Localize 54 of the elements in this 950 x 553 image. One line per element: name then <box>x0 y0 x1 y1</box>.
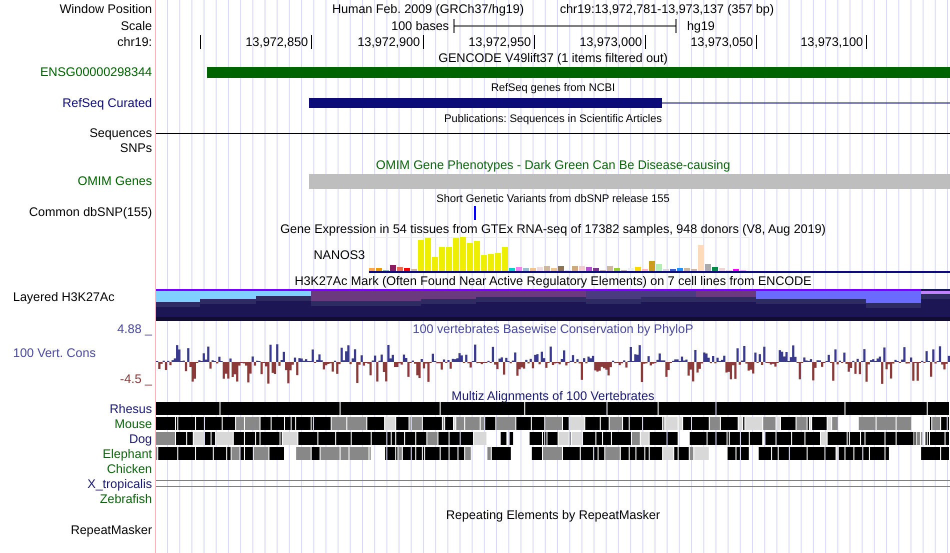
scale-length: 100 bases <box>391 19 449 33</box>
ruler-tick-label: 13,973,000 <box>579 34 642 50</box>
track-label[interactable]: Layered H3K27Ac <box>0 290 114 305</box>
track-title: RefSeq genes from NCBI <box>490 82 616 94</box>
track-label[interactable]: SNPs <box>120 141 152 156</box>
expression-bars-drawing[interactable] <box>369 237 950 273</box>
snp-tick[interactable] <box>474 206 476 220</box>
ruler-tick <box>200 35 201 49</box>
track-label[interactable]: RepeatMasker <box>70 523 152 538</box>
ruler-tick <box>534 35 535 49</box>
axis-max-label: 4.88 _ <box>117 322 152 336</box>
position-label: Window Position <box>60 2 152 16</box>
track-title: Short Genetic Variants from dbSNP release 155 <box>436 193 670 205</box>
track-label[interactable]: OMIM Genes <box>78 174 152 189</box>
species-label[interactable]: Rhesus <box>110 402 152 417</box>
assembly-title: Human Feb. 2009 (GRCh37/hg19) <box>332 1 524 18</box>
ruler-label: chr19: <box>117 34 152 50</box>
species-label[interactable]: Mouse <box>114 417 152 432</box>
ruler-tick <box>866 35 867 49</box>
track-title: H3K27Ac Mark (Often Found Near Active Regulatory Elements) on 7 cell lines from ENCODE <box>294 274 812 288</box>
ruler-tick <box>311 35 312 49</box>
ruler-tick-label: 13,972,850 <box>245 34 308 50</box>
axis-min-label: -4.5 _ <box>120 372 152 386</box>
species-label[interactable]: Dog <box>129 432 152 447</box>
gene-bar[interactable] <box>207 67 950 78</box>
scale-assembly: hg19 <box>686 19 715 33</box>
position-range: chr19:13,972,781-13,973,137 (357 bp) <box>560 1 774 18</box>
ruler-tick-label: 13,973,100 <box>800 34 863 50</box>
ruler-tick-label: 13,972,900 <box>357 34 420 50</box>
omim-bar[interactable] <box>309 174 950 189</box>
ruler-tick <box>423 35 424 49</box>
ruler-tick <box>756 35 757 49</box>
track-title: Publications: Sequences in Scientific Articles <box>444 113 662 125</box>
track-title: Gene Expression in 54 tissues from GTEx RNA-seq of 17382 samples, 948 donors (V8, Aug 2019) <box>280 222 826 236</box>
track-label[interactable]: 100 Vert. Cons <box>0 346 96 360</box>
track-label[interactable]: RefSeq Curated <box>62 96 152 111</box>
track-title: Multiz Alignments of 100 Vertebrates <box>452 389 654 403</box>
species-label[interactable]: Chicken <box>106 462 152 477</box>
scale-label: Scale <box>120 18 152 34</box>
track-title: GENCODE V49lift37 (1 items filtered out) <box>438 51 668 65</box>
species-label[interactable]: Elephant <box>102 447 152 462</box>
track-label[interactable]: Sequences <box>89 126 152 141</box>
transcript-drawing[interactable] <box>309 98 950 108</box>
track-title: 100 vertebrates Basewise Conservation by PhyloP <box>412 322 694 336</box>
species-label[interactable]: X_tropicalis <box>87 477 152 492</box>
track-label[interactable]: Common dbSNP(155) <box>29 205 152 220</box>
track-label[interactable]: ENSG00000298344 <box>40 65 152 80</box>
gene-name: NANOS3 <box>312 248 365 262</box>
ruler-tick-label: 13,972,950 <box>468 34 531 50</box>
species-label[interactable]: Zebrafish <box>100 492 152 507</box>
ruler-tick <box>645 35 646 49</box>
ruler-tick-label: 13,973,050 <box>690 34 753 50</box>
track-title: Repeating Elements by RepeatMasker <box>446 508 660 522</box>
track-title: OMIM Gene Phenotypes - Dark Green Can Be Disease-causing <box>376 158 730 172</box>
